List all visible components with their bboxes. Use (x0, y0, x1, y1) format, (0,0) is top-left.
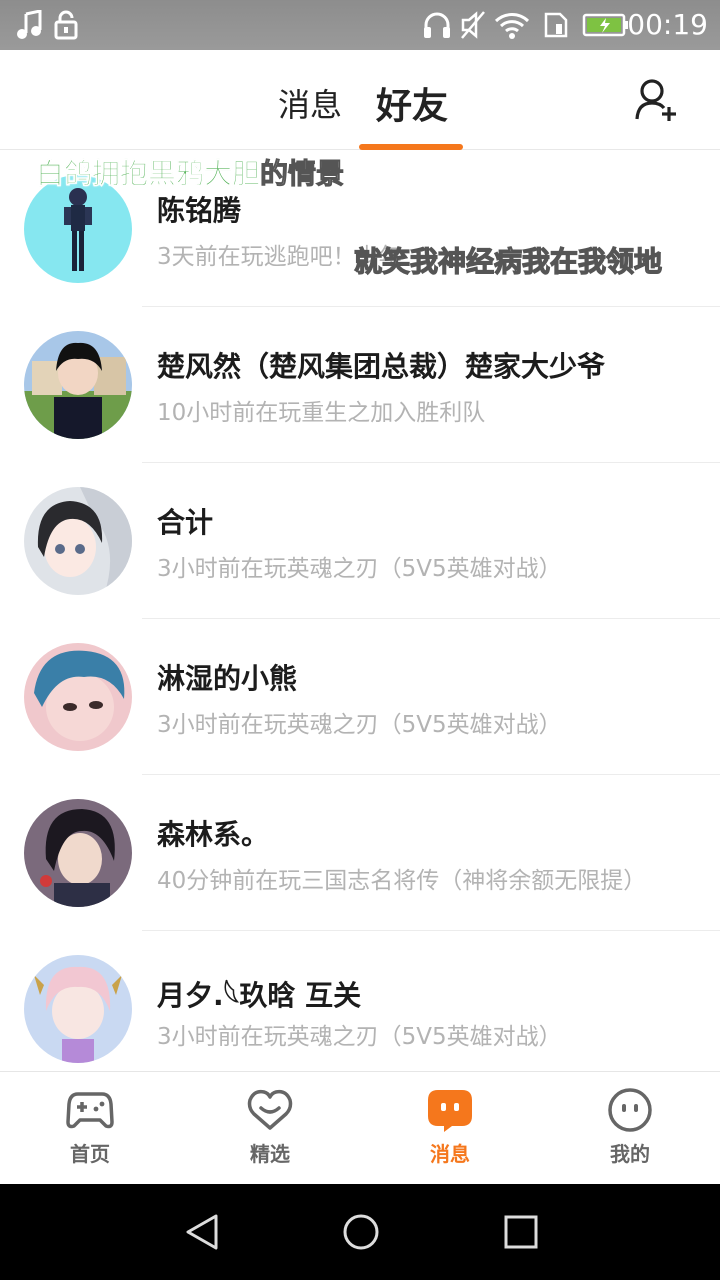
friend-name: 淋湿的小熊 (157, 662, 298, 695)
friend-row[interactable]: 楚风然（楚风集团总裁）楚家大少爷 10小时前在玩重生之加入胜利队 (0, 307, 720, 463)
active-tab-indicator (359, 144, 463, 150)
avatar[interactable] (24, 487, 132, 595)
back-icon[interactable] (182, 1212, 222, 1252)
danmaku-text-tail: 的情景 (260, 157, 345, 191)
smiley-face-icon (608, 1088, 652, 1132)
headphones-icon (424, 12, 450, 38)
avatar[interactable] (24, 331, 132, 439)
nav-home[interactable]: 首页 (0, 1072, 180, 1185)
status-bar: 00:19 (0, 0, 720, 50)
tab-messages[interactable]: 消息 (278, 80, 342, 126)
avatar[interactable] (24, 799, 132, 907)
friend-name: 合计 (157, 506, 214, 539)
nav-label: 首页 (70, 1142, 110, 1166)
heart-chat-icon (247, 1089, 293, 1130)
music-note-icon (17, 10, 42, 39)
home-icon[interactable] (341, 1212, 381, 1252)
friend-name: 森林系。 (157, 818, 270, 851)
friends-list: 陈铭腾 3天前在玩逃跑吧！少年 楚风然（楚风集团总裁）楚家大少爷 10小时前在玩… (0, 151, 720, 1071)
friend-name: 月夕.𓆩玖晗 互关 (157, 979, 362, 1012)
sim-icon (544, 12, 568, 38)
friend-name: 陈铭腾 (157, 194, 242, 227)
mute-icon (461, 11, 485, 39)
message-bubble-icon (428, 1090, 472, 1132)
friend-status: 3小时前在玩英魂之刃（5V5英雄对战） (157, 1024, 562, 1050)
friend-row[interactable]: 森林系。 40分钟前在玩三国志名将传（神将余额无限提） (0, 775, 720, 931)
system-navigation-bar (0, 1184, 720, 1280)
tab-friends[interactable]: 好友 (376, 77, 448, 129)
friend-row[interactable]: 淋湿的小熊 3小时前在玩英魂之刃（5V5英雄对战） (0, 619, 720, 775)
recents-icon[interactable] (501, 1212, 541, 1252)
nav-label: 精选 (250, 1142, 290, 1166)
friend-row[interactable]: 月夕.𓆩玖晗 互关 3小时前在玩英魂之刃（5V5英雄对战） (0, 931, 720, 1071)
add-friend-icon[interactable] (634, 77, 680, 123)
gamepad-icon (66, 1092, 114, 1129)
danmaku-comment: 就笑我神经病我在我领地 (353, 244, 663, 278)
bottom-navigation: 首页 精选 消息 我的 (0, 1071, 720, 1184)
nav-label: 我的 (610, 1142, 650, 1166)
wifi-icon (494, 13, 530, 39)
friend-status: 40分钟前在玩三国志名将传（神将余额无限提） (157, 868, 647, 894)
avatar[interactable] (24, 643, 132, 751)
lock-icon (54, 10, 78, 40)
nav-featured[interactable]: 精选 (180, 1072, 360, 1185)
friend-status: 3小时前在玩英魂之刃（5V5英雄对战） (157, 556, 562, 582)
top-header: 消息 好友 (0, 50, 720, 150)
status-time: 00:19 (627, 8, 708, 41)
nav-messages[interactable]: 消息 (360, 1072, 540, 1185)
friend-status: 3小时前在玩英魂之刃（5V5英雄对战） (157, 712, 562, 738)
friend-name: 楚风然（楚风集团总裁）楚家大少爷 (157, 350, 606, 383)
friend-row[interactable]: 合计 3小时前在玩英魂之刃（5V5英雄对战） (0, 463, 720, 619)
nav-profile[interactable]: 我的 (540, 1072, 720, 1185)
friend-status: 10小时前在玩重生之加入胜利队 (157, 400, 486, 426)
nav-label: 消息 (430, 1142, 470, 1166)
danmaku-text-green: 白鸽拥抱黑鸦大胆 (36, 157, 261, 191)
battery-charging-icon (582, 13, 628, 37)
danmaku-comment: 白鸽拥抱黑鸦大胆的情景 (36, 152, 345, 192)
avatar[interactable] (24, 955, 132, 1063)
